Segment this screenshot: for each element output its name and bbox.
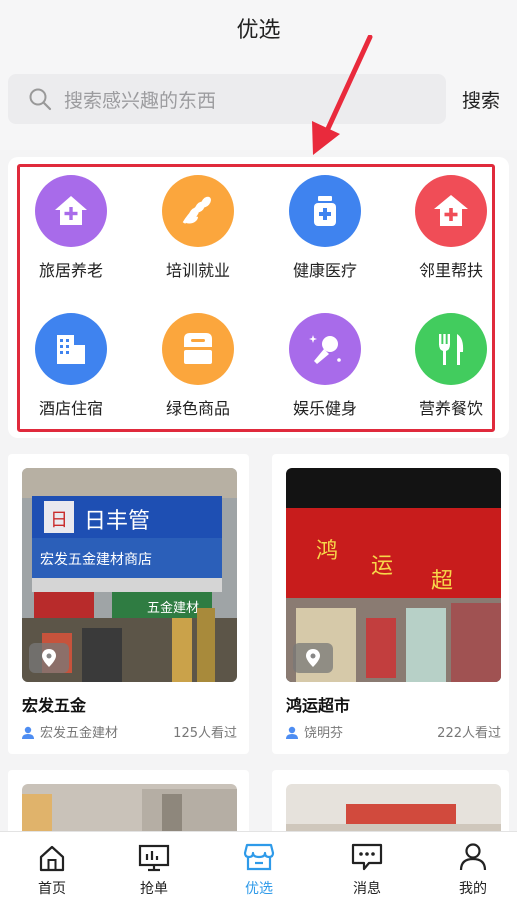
tab-label: 优选 <box>245 881 273 897</box>
box-icon <box>162 313 234 385</box>
category-health[interactable]: 健康医疗 <box>275 175 375 295</box>
svg-text:鸿: 鸿 <box>316 539 338 564</box>
user-icon <box>22 726 34 739</box>
tab-label: 抢单 <box>140 881 168 897</box>
category-green-goods[interactable]: 绿色商品 <box>148 313 248 433</box>
tab-label: 首页 <box>38 881 66 897</box>
tab-messages[interactable]: 消息 <box>315 832 419 901</box>
category-label: 营养餐饮 <box>418 399 483 418</box>
monitor-icon <box>138 844 170 872</box>
tab-home[interactable]: 首页 <box>0 832 104 901</box>
message-icon <box>351 843 383 871</box>
category-label: 邻里帮扶 <box>418 261 483 280</box>
category-label: 培训就业 <box>165 261 230 280</box>
category-training[interactable]: 培训就业 <box>148 175 248 295</box>
view-count: 222人看过 <box>437 726 501 741</box>
search-icon <box>29 88 52 111</box>
medicine-jar-icon <box>289 175 361 247</box>
shop-owner: 饶明芬 <box>304 726 344 741</box>
shop-card[interactable]: 鸿 运 超 鸿运超市 饶明芬 222人看过 <box>272 454 509 754</box>
bottom-tab-bar: 首页 抢单 优选 消息 我的 <box>0 831 517 901</box>
location-pin-icon <box>29 643 69 673</box>
svg-text:宏发五金建材商店: 宏发五金建材商店 <box>40 552 152 568</box>
tab-orders[interactable]: 抢单 <box>102 832 206 901</box>
svg-text:日: 日 <box>50 510 68 531</box>
tab-label: 我的 <box>459 881 487 897</box>
shop-card[interactable]: 日 日丰管 宏发五金建材商店 五金建材 宏发五金 宏发五金建材 125人看过 <box>8 454 249 754</box>
wheat-icon <box>162 175 234 247</box>
house-plus-icon <box>415 175 487 247</box>
svg-text:日丰管: 日丰管 <box>84 509 150 534</box>
shop-photo: 日 日丰管 宏发五金建材商店 五金建材 <box>22 468 237 682</box>
category-entertainment[interactable]: 娱乐健身 <box>275 313 375 433</box>
category-label: 绿色商品 <box>165 399 230 418</box>
category-label: 娱乐健身 <box>292 399 357 418</box>
category-travel-elderly[interactable]: 旅居养老 <box>21 175 121 295</box>
page-title: 优选 <box>236 18 281 43</box>
svg-text:五金建材: 五金建材 <box>147 600 199 616</box>
tab-selected[interactable]: 优选 <box>207 832 311 901</box>
category-label: 旅居养老 <box>38 261 103 280</box>
category-hotel[interactable]: 酒店住宿 <box>21 313 121 433</box>
tab-label: 消息 <box>353 881 381 897</box>
category-label: 酒店住宿 <box>38 399 103 418</box>
shop-card[interactable] <box>8 770 249 844</box>
search-button[interactable]: 搜索 <box>462 86 500 113</box>
fork-knife-icon <box>415 313 487 385</box>
building-icon <box>35 313 107 385</box>
shop-owner: 宏发五金建材 <box>40 726 119 741</box>
svg-text:超: 超 <box>431 569 453 594</box>
view-count: 125人看过 <box>173 726 237 741</box>
search-input[interactable]: 搜索感兴趣的东西 <box>8 74 446 124</box>
tab-profile[interactable]: 我的 <box>421 832 517 901</box>
user-icon <box>286 726 298 739</box>
house-plus-icon <box>35 175 107 247</box>
shop-name: 宏发五金 <box>22 696 87 715</box>
microphone-icon <box>289 313 361 385</box>
svg-text:运: 运 <box>371 554 393 579</box>
person-icon <box>459 843 487 871</box>
shop-card[interactable] <box>272 770 509 844</box>
shop-icon <box>243 843 275 871</box>
search-placeholder: 搜索感兴趣的东西 <box>64 90 217 112</box>
category-catering[interactable]: 营养餐饮 <box>401 313 501 433</box>
shop-photo: 鸿 运 超 <box>286 468 501 682</box>
home-icon <box>39 845 65 872</box>
top-bar: 优选 搜索感兴趣的东西 搜索 <box>0 0 517 150</box>
shop-name: 鸿运超市 <box>286 696 351 715</box>
category-neighbor-help[interactable]: 邻里帮扶 <box>401 175 501 295</box>
category-label: 健康医疗 <box>292 261 357 280</box>
location-pin-icon <box>293 643 333 673</box>
